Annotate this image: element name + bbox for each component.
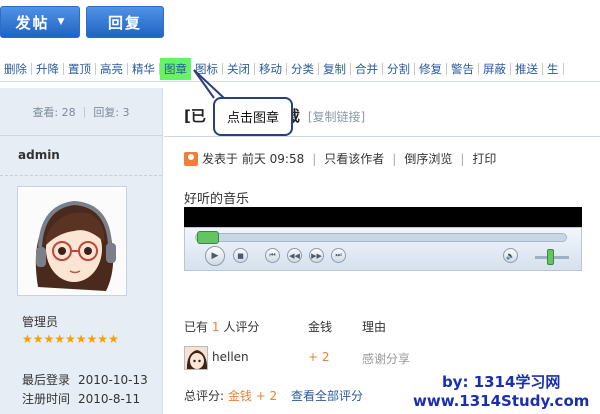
toolbar-item[interactable]: 分割 [383, 62, 415, 75]
callout-box: 点击图章 [213, 97, 293, 136]
author-sidebar: 查看: 28 | 回复: 3 admin 管理员 ★★★★★★★★★ 最后登录 2… [0, 88, 163, 414]
rating-suffix: 人评分 [223, 320, 260, 334]
stop-icon[interactable]: ■ [233, 248, 248, 263]
toolbar-item[interactable]: 修复 [415, 62, 447, 75]
view-all-ratings-link[interactable]: 查看全部评分 [291, 389, 363, 403]
toolbar-item[interactable]: 置顶 [64, 62, 96, 75]
user-rank: 管理员 [22, 315, 59, 329]
rating-count: 已有 1 人评分 [184, 318, 259, 335]
rater-name[interactable]: hellen [212, 350, 249, 364]
thread-stats: 查看: 28 | 回复: 3 [0, 88, 162, 136]
total-label: 总评分: [184, 389, 225, 403]
media-player: ▶ ■ ⏮ ◀◀ ▶▶ ⏭ 🔈 [184, 227, 582, 271]
rating-col-reason: 理由 [362, 320, 387, 334]
only-author-link[interactable]: 只看该作者 [324, 150, 384, 167]
register-time-value: 2010-8-11 [78, 392, 141, 406]
rater-avatar[interactable] [184, 346, 208, 370]
watermark-line-1: by: 1314学习网 [441, 373, 561, 391]
skip-back-icon[interactable]: ⏮ [265, 248, 280, 263]
register-time-row: 注册时间 2010-8-11 [22, 390, 140, 407]
toolbar-item[interactable]: 屏蔽 [479, 62, 511, 75]
toolbar-item[interactable]: 高亮 [96, 62, 128, 75]
thread-title-prefix: [已 [184, 107, 206, 125]
rating-number: 1 [211, 320, 220, 334]
play-icon[interactable]: ▶ [205, 246, 225, 266]
toolbar-item[interactable]: 合并 [351, 62, 383, 75]
avatar-illustration [18, 187, 126, 295]
fast-forward-icon[interactable]: ▶▶ [309, 248, 324, 263]
meta-divider: | [312, 151, 317, 166]
post-meta: 发表于 前天 09:58 | 只看该作者 | 倒序浏览 | 打印 [184, 150, 496, 167]
copy-link[interactable]: [复制链接] [308, 110, 365, 124]
seek-bar[interactable] [195, 233, 567, 242]
title-divider [164, 136, 600, 137]
view-count: 查看: 28 [32, 105, 76, 119]
toolbar-item[interactable]: 复制 [319, 62, 351, 75]
new-post-label: 发帖 [15, 13, 50, 32]
print-link[interactable]: 打印 [472, 150, 496, 167]
toolbar-item[interactable]: 移动 [255, 62, 287, 75]
rater-money: + 2 [308, 350, 330, 364]
chevron-down-icon: ▼ [57, 17, 65, 27]
watermark-line-2: www.1314Study.com [413, 392, 590, 410]
volume-handle[interactable] [547, 249, 554, 265]
video-area [184, 207, 582, 227]
rater-avatar-illustration [185, 347, 207, 369]
author-name[interactable]: admin [0, 136, 162, 176]
user-icon [184, 151, 198, 166]
skip-forward-icon[interactable]: ⏭ [331, 248, 346, 263]
rating-col-money: 金钱 [308, 320, 333, 334]
post-time: 发表于 前天 09:58 [202, 152, 305, 166]
volume-icon[interactable]: 🔈 [503, 248, 518, 263]
reply-count: 回复: 3 [93, 105, 130, 119]
new-post-button[interactable]: 发帖 ▼ [0, 6, 80, 38]
toolbar-item-stamp[interactable]: 图章 [160, 57, 191, 80]
rater-reason: 感谢分享 [362, 352, 411, 366]
moderation-toolbar: 删除 升降 置顶 高亮 精华 图章 图标 关闭 移动 分类 复制 合并 分割 修… [0, 56, 600, 82]
rewind-icon[interactable]: ◀◀ [287, 248, 302, 263]
reverse-order-link[interactable]: 倒序浏览 [404, 150, 452, 167]
toolbar-item[interactable]: 删除 [0, 62, 32, 75]
toolbar-item[interactable]: 推送 [511, 62, 543, 75]
meta-divider: | [392, 151, 397, 166]
toolbar-item[interactable]: 精华 [128, 62, 160, 75]
post-actions: 发帖 ▼ 回复 [0, 0, 600, 44]
toolbar-item[interactable]: 分类 [287, 62, 319, 75]
register-time-label: 注册时间 [22, 392, 71, 406]
last-login-label: 最后登录 [22, 373, 71, 387]
toolbar-item[interactable]: 生 [543, 62, 564, 75]
meta-divider: | [460, 151, 465, 166]
rating-prefix: 已有 [184, 320, 209, 334]
toolbar-item[interactable]: 升降 [32, 62, 64, 75]
watermark: by: 1314学习网 www.1314Study.com [413, 373, 589, 411]
post-content: [已下载[复制链接] 发表于 前天 09:58 | 只看该作者 | 倒序浏览 |… [164, 88, 600, 414]
stats-divider: | [82, 105, 87, 118]
rating-total: 总评分: 金钱 + 2 查看全部评分 [184, 387, 363, 404]
toolbar-item[interactable]: 警告 [447, 62, 479, 75]
last-login-row: 最后登录 2010-10-13 [22, 371, 148, 388]
post-body-text: 好听的音乐 [184, 192, 250, 207]
seek-handle[interactable] [197, 231, 219, 244]
avatar[interactable] [17, 186, 127, 296]
total-value: 金钱 + 2 [227, 389, 278, 403]
rank-stars: ★★★★★★★★★ [22, 332, 119, 346]
last-login-value: 2010-10-13 [78, 373, 148, 387]
reply-button[interactable]: 回复 [86, 6, 164, 38]
